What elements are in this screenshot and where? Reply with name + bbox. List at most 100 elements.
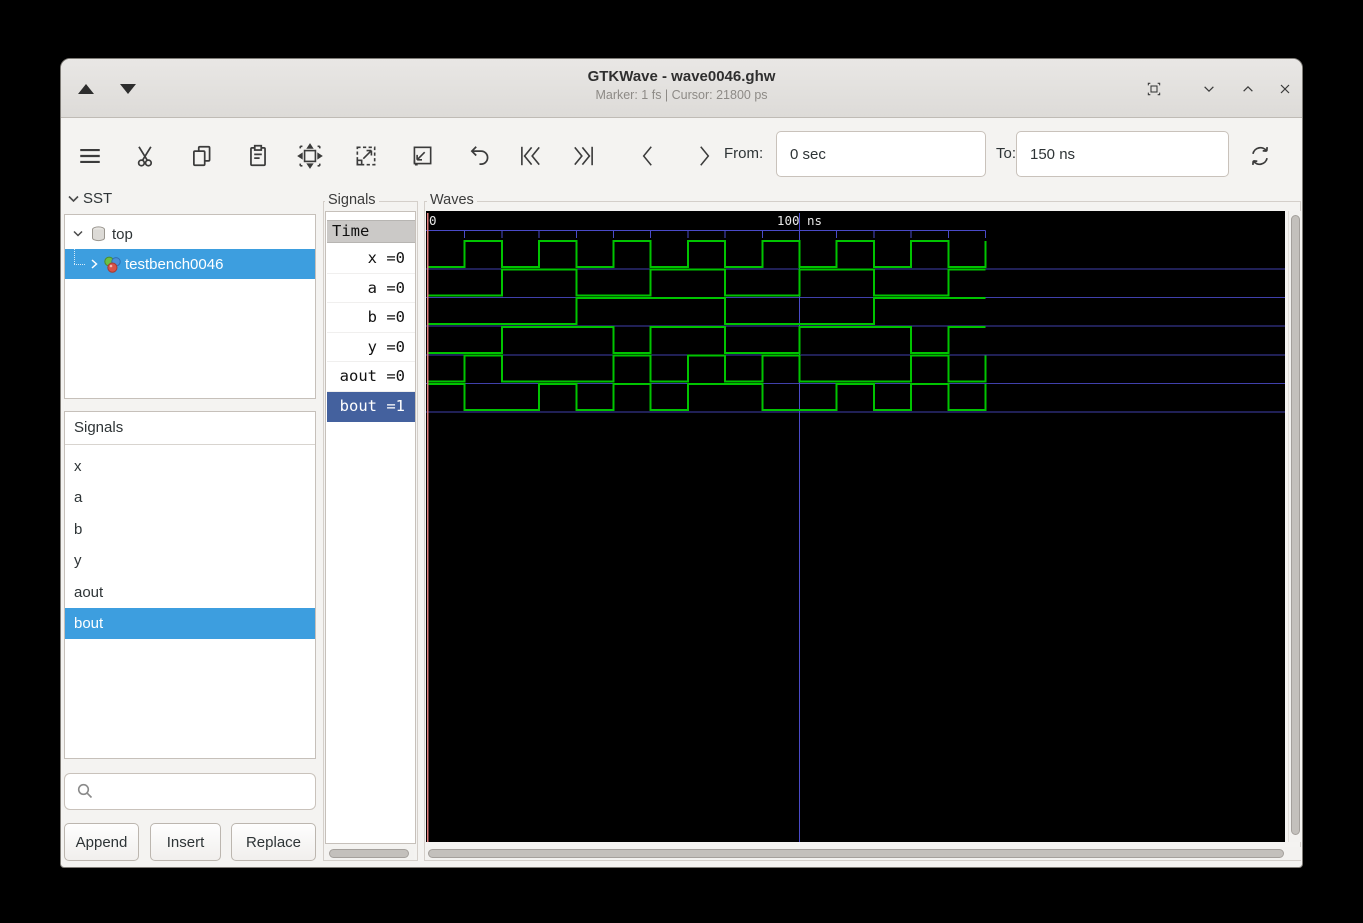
copy-icon: [189, 140, 215, 172]
zoom-in-icon: [353, 139, 379, 173]
sst-expander[interactable]: SST: [67, 190, 112, 207]
signal-facility-list: Signals xabyaoutbout: [64, 411, 316, 759]
wave-canvas[interactable]: 0100 ns: [426, 211, 1285, 842]
close-button[interactable]: [1271, 75, 1299, 103]
skip-to-end-button[interactable]: [565, 139, 603, 173]
to-input[interactable]: [1016, 131, 1229, 177]
paste-icon: [245, 141, 271, 171]
zoom-fit-icon: [297, 139, 323, 173]
shift-right-button[interactable]: [685, 139, 723, 173]
signal-value-row-b[interactable]: b =0: [327, 303, 415, 333]
waves-hscrollbar-thumb[interactable]: [428, 849, 1284, 858]
toolbar: From: To:: [61, 119, 1302, 189]
maximize-button[interactable]: [1234, 75, 1262, 103]
chevron-up-icon: [1240, 78, 1256, 100]
chevron-left-icon: [635, 139, 661, 173]
waves-hscrollbar[interactable]: [426, 847, 1301, 860]
from-input[interactable]: [776, 131, 986, 177]
replace-button[interactable]: Replace: [231, 823, 316, 861]
zoom-in-button[interactable]: [347, 139, 385, 173]
skip-end-icon: [571, 139, 597, 173]
copy-button[interactable]: [183, 139, 221, 173]
fullscreen-icon: [1146, 77, 1162, 101]
signal-list-header: Signals: [65, 412, 315, 445]
zoom-out-icon: [409, 139, 435, 173]
wave-aout: [428, 355, 986, 381]
to-label: To:: [996, 145, 1016, 162]
signals-hscrollbar[interactable]: [327, 847, 414, 860]
signal-list-item-a[interactable]: a: [65, 482, 315, 513]
triangle-up-icon: [78, 84, 94, 94]
wave-bout: [428, 384, 986, 410]
tree-item-label: testbench0046: [125, 256, 223, 273]
wave-a: [428, 270, 986, 296]
signal-value-row-aout[interactable]: aout =0: [327, 362, 415, 392]
menu-icon: [77, 140, 103, 172]
tree-row-top[interactable]: top: [65, 219, 315, 249]
tree-row-testbench[interactable]: testbench0046: [65, 249, 315, 279]
gtkwave-window: GTKWave - wave0046.ghw Marker: 1 fs | Cu…: [60, 58, 1303, 868]
chevron-down-icon: [1201, 78, 1217, 100]
shade-up-button[interactable]: [74, 79, 98, 99]
tree-item-label: top: [112, 226, 133, 243]
marker-cursor-status: Marker: 1 fs | Cursor: 21800 ps: [61, 87, 1302, 104]
time-header[interactable]: Time: [327, 220, 415, 243]
signal-value-row-a[interactable]: a =0: [327, 274, 415, 304]
signal-list-item-y[interactable]: y: [65, 545, 315, 576]
signals-frame-label: Signals: [325, 192, 379, 208]
triangle-down-icon: [120, 84, 136, 94]
append-button[interactable]: Append: [64, 823, 139, 861]
menu-button[interactable]: [71, 139, 109, 173]
chevron-right-icon: [691, 139, 717, 173]
expander-right-icon: [88, 258, 100, 270]
waves-vscrollbar-thumb[interactable]: [1291, 215, 1300, 835]
undo-button[interactable]: [461, 139, 499, 173]
signal-list-item-x[interactable]: x: [65, 451, 315, 482]
undo-icon: [467, 140, 493, 172]
module-icon: [103, 255, 122, 274]
zoom-out-button[interactable]: [403, 139, 441, 173]
signal-list-item-aout[interactable]: aout: [65, 577, 315, 608]
window-title: GTKWave - wave0046.ghw: [61, 67, 1302, 87]
reload-icon: [1247, 139, 1273, 173]
signal-list-item-b[interactable]: b: [65, 514, 315, 545]
waveform-plot: 0100 ns: [426, 211, 1285, 842]
sst-tree: top testbench0046: [64, 214, 316, 399]
minimize-button[interactable]: [1195, 75, 1223, 103]
tree-guide-line: [74, 249, 75, 264]
zoom-fit-button[interactable]: [291, 139, 329, 173]
tree-guide-line: [74, 264, 85, 265]
reload-button[interactable]: [1241, 139, 1279, 173]
signal-value-row-bout[interactable]: bout =1: [327, 392, 415, 422]
signal-value-row-x[interactable]: x =0: [327, 244, 415, 274]
skip-start-icon: [517, 139, 543, 173]
close-icon: [1277, 78, 1293, 100]
signal-list-item-bout[interactable]: bout: [65, 608, 315, 639]
cut-icon: [133, 140, 159, 172]
signals-hscrollbar-thumb[interactable]: [329, 849, 409, 858]
wave-x: [428, 241, 986, 267]
signal-value-rows: x =0a =0b =0y =0aout =0bout =1: [327, 244, 415, 422]
signal-values-panel: Time x =0a =0b =0y =0aout =0bout =1: [325, 211, 416, 844]
wave-b: [428, 298, 986, 324]
expander-down-icon: [67, 193, 80, 205]
signal-value-row-y[interactable]: y =0: [327, 333, 415, 363]
waves-vscrollbar[interactable]: [1288, 211, 1301, 842]
titlebar[interactable]: GTKWave - wave0046.ghw Marker: 1 fs | Cu…: [61, 59, 1302, 118]
shade-down-button[interactable]: [116, 79, 140, 99]
skip-to-start-button[interactable]: [511, 139, 549, 173]
svg-text:0: 0: [429, 213, 437, 228]
main-content: SST top: [61, 189, 1302, 868]
fullscreen-button[interactable]: [1140, 75, 1168, 103]
signal-search-box[interactable]: [64, 773, 316, 810]
cut-button[interactable]: [127, 139, 165, 173]
search-icon: [76, 782, 94, 800]
from-label: From:: [724, 145, 763, 162]
wave-y: [428, 327, 986, 353]
expander-down-icon: [72, 228, 84, 240]
waves-frame-label: Waves: [427, 192, 477, 208]
insert-button[interactable]: Insert: [150, 823, 221, 861]
shift-left-button[interactable]: [629, 139, 667, 173]
paste-button[interactable]: [239, 139, 277, 173]
database-icon: [90, 225, 107, 243]
